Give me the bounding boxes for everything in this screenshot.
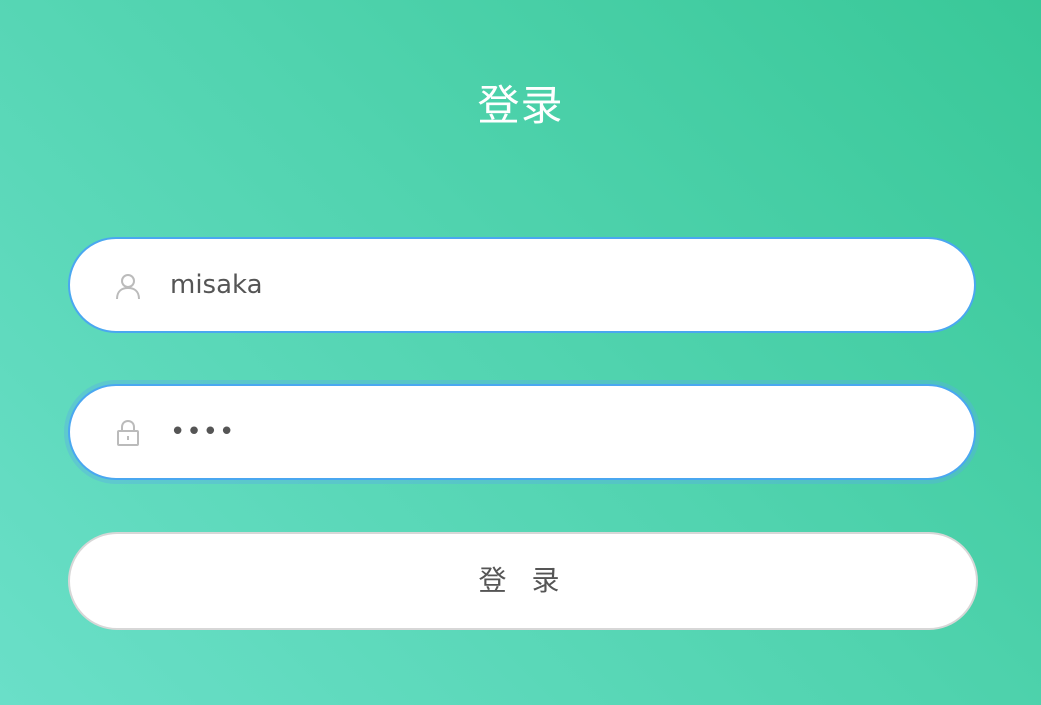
- password-value[interactable]: ••••: [170, 386, 930, 478]
- username-field[interactable]: misaka: [68, 237, 976, 333]
- password-field[interactable]: ••••: [68, 384, 976, 480]
- lock-icon: [114, 419, 142, 447]
- page-title: 登录: [477, 81, 564, 130]
- username-value[interactable]: misaka: [170, 239, 930, 331]
- user-icon: [114, 272, 142, 300]
- login-button[interactable]: 登 录: [68, 532, 978, 630]
